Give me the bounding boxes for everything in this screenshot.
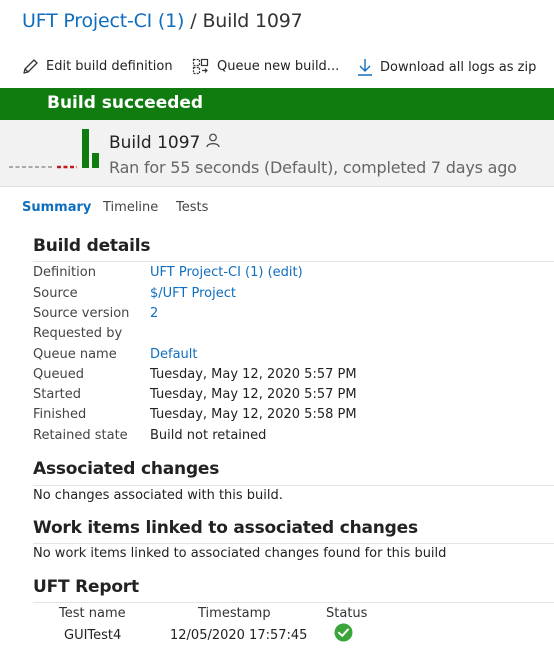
work-items-message: No work items linked to associated chang… [33, 546, 447, 561]
divider [33, 543, 554, 544]
column-header-test-name: Test name [59, 606, 126, 621]
divider [33, 602, 554, 603]
divider [33, 485, 554, 486]
detail-label-source: Source [33, 286, 78, 301]
history-bar-current[interactable] [82, 129, 89, 168]
source-version-link[interactable]: 2 [150, 306, 158, 321]
build-status-text: Build succeeded [47, 93, 204, 113]
detail-label-retained-state: Retained state [33, 428, 128, 443]
build-summary-text: Ran for 55 seconds (Default), completed … [109, 158, 517, 177]
build-title-text: Build 1097 [109, 133, 201, 153]
divider [33, 261, 554, 262]
definition-link[interactable]: UFT Project-CI (1) (edit) [150, 265, 303, 280]
person-icon [206, 133, 220, 153]
uft-report-title: UFT Report [33, 577, 139, 597]
breadcrumb-separator: / [190, 10, 197, 32]
breadcrumb-definition-link[interactable]: UFT Project-CI (1) [22, 10, 184, 32]
build-header: Build 1097 Ran for 55 seconds (Default),… [0, 120, 554, 187]
build-title: Build 1097 [109, 133, 220, 153]
breadcrumb-current: Build 1097 [202, 10, 303, 32]
column-header-status: Status [326, 606, 368, 621]
tab-tests[interactable]: Tests [176, 200, 208, 215]
detail-label-started: Started [33, 387, 82, 402]
queue-new-build-label: Queue new build... [217, 59, 340, 74]
build-status-banner: Build succeeded [0, 88, 554, 120]
timestamp-cell: 12/05/2020 17:57:45 [170, 628, 308, 643]
detail-label-source-version: Source version [33, 306, 130, 321]
work-items-title: Work items linked to associated changes [33, 518, 418, 538]
build-history-chart[interactable] [0, 120, 104, 186]
started-value: Tuesday, May 12, 2020 5:57 PM [150, 387, 357, 402]
download-logs-button[interactable]: Download all logs as zip [357, 58, 536, 76]
toolbar: Edit build definition Queue new build...… [0, 52, 554, 86]
edit-build-definition-button[interactable]: Edit build definition [22, 58, 173, 75]
download-logs-label: Download all logs as zip [380, 59, 537, 75]
check-circle-icon [334, 623, 353, 646]
queue-name-link[interactable]: Default [150, 347, 198, 362]
retained-state-value: Build not retained [150, 428, 267, 443]
associated-changes-title: Associated changes [33, 459, 220, 479]
queue-build-icon [192, 58, 210, 75]
build-details-title: Build details [33, 236, 151, 256]
detail-label-queue-name: Queue name [33, 347, 117, 362]
source-link[interactable]: $/UFT Project [150, 286, 236, 301]
tab-timeline[interactable]: Timeline [103, 200, 158, 215]
queue-new-build-button[interactable]: Queue new build... [192, 58, 339, 75]
detail-label-queued: Queued [33, 367, 84, 382]
tab-summary[interactable]: Summary [22, 200, 91, 215]
download-icon [357, 58, 373, 76]
detail-label-requested-by: Requested by [33, 326, 123, 341]
finished-value: Tuesday, May 12, 2020 5:58 PM [150, 407, 357, 422]
test-name-cell: GUITest4 [64, 628, 122, 643]
pencil-icon [22, 58, 39, 75]
column-header-timestamp: Timestamp [198, 606, 271, 621]
detail-label-definition: Definition [33, 265, 96, 280]
history-bar-previous[interactable] [92, 153, 99, 168]
queued-value: Tuesday, May 12, 2020 5:57 PM [150, 367, 357, 382]
detail-label-finished: Finished [33, 407, 87, 422]
associated-changes-message: No changes associated with this build. [33, 488, 283, 503]
breadcrumb: UFT Project-CI (1) / Build 1097 [22, 10, 303, 32]
edit-build-definition-label: Edit build definition [46, 59, 173, 74]
